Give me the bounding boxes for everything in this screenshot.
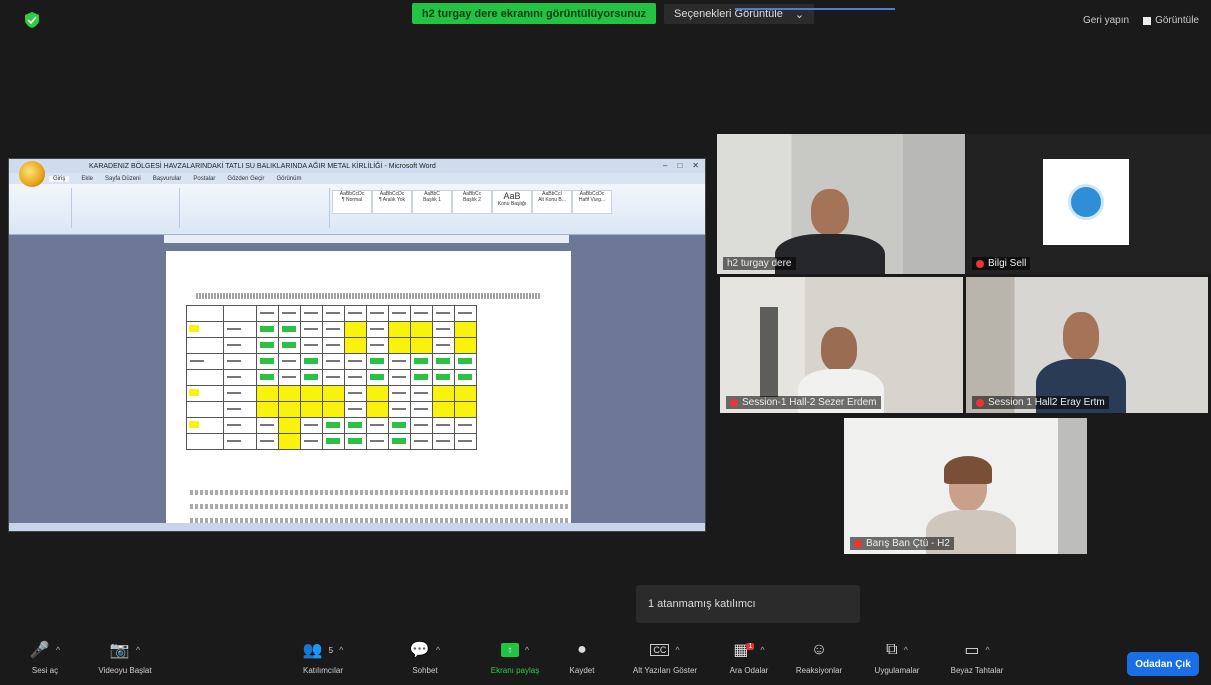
screen-share-banner: h2 turgay dere ekranını görüntülüyorsunu… bbox=[412, 3, 656, 24]
video-tile[interactable]: Barış Ban Çtü - H2 bbox=[844, 418, 1087, 554]
chevron-up-icon[interactable]: ^ bbox=[56, 645, 60, 655]
participant-logo bbox=[1043, 159, 1129, 245]
chevron-up-icon[interactable]: ^ bbox=[675, 645, 679, 655]
chevron-up-icon[interactable]: ^ bbox=[136, 645, 140, 655]
chevron-up-icon[interactable]: ^ bbox=[904, 645, 908, 655]
exit-fullscreen-button[interactable]: Geri yapın bbox=[1083, 15, 1129, 26]
captions-button[interactable]: CC ^ Alt Yazıları Göster bbox=[625, 640, 705, 675]
video-off-icon: 📷 bbox=[109, 642, 130, 659]
record-icon: ● bbox=[577, 641, 587, 658]
breakout-badge: 1 bbox=[746, 642, 755, 650]
chevron-up-icon[interactable]: ^ bbox=[525, 645, 529, 655]
word-status-bar bbox=[9, 523, 705, 531]
top-right-controls: Geri yapın Görüntüle bbox=[1083, 15, 1199, 26]
participants-button[interactable]: 👥 5 ^ Katılımcılar bbox=[283, 640, 363, 675]
mic-muted-icon bbox=[976, 259, 984, 268]
chevron-up-icon[interactable]: ^ bbox=[760, 645, 764, 655]
data-table bbox=[186, 305, 477, 450]
apps-icon: ⧉ bbox=[886, 641, 898, 658]
apps-button[interactable]: ⧉ ^ Uygulamalar bbox=[857, 640, 937, 675]
window-controls: – □ ✕ bbox=[663, 161, 699, 170]
top-bar: h2 turgay dere ekranını görüntülüyorsunu… bbox=[0, 0, 1211, 40]
video-tile[interactable]: Session-1 Hall-2 Sezer Erdem bbox=[720, 277, 963, 413]
reactions-icon: ☺ bbox=[810, 641, 828, 658]
unassigned-participants-tooltip: 1 atanmamış katılımcı bbox=[636, 585, 860, 623]
participant-name: Barış Ban Çtü - H2 bbox=[850, 537, 954, 550]
video-tile[interactable]: Session 1 Hall2 Eray Ertm bbox=[966, 277, 1208, 413]
participant-name: h2 turgay dere bbox=[723, 257, 796, 270]
captions-icon: CC bbox=[650, 644, 670, 656]
mic-muted-icon bbox=[854, 539, 862, 548]
logo-icon bbox=[1068, 184, 1104, 220]
chat-button[interactable]: 💬 ^ Sohbet bbox=[385, 640, 465, 675]
participants-icon: 👥 bbox=[302, 642, 323, 659]
chevron-up-icon[interactable]: ^ bbox=[985, 645, 989, 655]
whiteboards-button[interactable]: ▭ ^ Beyaz Tahtalar bbox=[937, 640, 1017, 675]
share-screen-icon: ↑ bbox=[500, 643, 519, 657]
start-video-button[interactable]: 📷 ^ Videoyu Başlat bbox=[85, 640, 165, 675]
paragraph-line bbox=[190, 504, 570, 509]
table-caption bbox=[196, 293, 541, 299]
video-tile[interactable]: h2 turgay dere bbox=[717, 134, 965, 274]
top-link-underline bbox=[735, 3, 895, 10]
word-ruler bbox=[164, 235, 569, 243]
word-window-title: KARADENIZ BÖLGESİ HAVZALARINDAKİ TATLI S… bbox=[89, 162, 436, 170]
shield-icon[interactable] bbox=[25, 12, 39, 28]
grid-icon bbox=[1143, 16, 1152, 25]
record-button[interactable]: ● Kaydet bbox=[542, 640, 622, 675]
paragraph-line bbox=[190, 490, 570, 495]
video-tile[interactable]: Bilgi Sell bbox=[966, 134, 1211, 274]
breakout-rooms-button[interactable]: ▦ 1 ^ Ara Odalar bbox=[709, 640, 789, 675]
word-ribbon-tabs: Giriş Ekle Sayfa Düzeni Başvurular Posta… bbox=[9, 173, 705, 184]
chevron-up-icon[interactable]: ^ bbox=[339, 645, 343, 655]
participant-name: Session 1 Hall2 Eray Ertm bbox=[972, 396, 1109, 409]
unmute-button[interactable]: 🎤 ^ Sesi aç bbox=[5, 640, 85, 675]
chevron-up-icon[interactable]: ^ bbox=[436, 645, 440, 655]
word-ribbon: AaBbCcDc ¶ Normal AaBbCcDc ¶ Aralık Yok Aa… bbox=[9, 184, 705, 235]
participant-name: Session-1 Hall-2 Sezer Erdem bbox=[726, 396, 881, 409]
whiteboard-icon: ▭ bbox=[964, 642, 980, 659]
mic-muted-icon bbox=[976, 398, 984, 407]
mic-muted-icon bbox=[730, 398, 738, 407]
document-page bbox=[166, 251, 571, 531]
participant-name: Bilgi Sell bbox=[972, 257, 1031, 270]
reactions-button[interactable]: ☺ Reaksiyonlar bbox=[779, 640, 859, 675]
leave-room-button[interactable]: Odadan Çık bbox=[1127, 652, 1199, 676]
chat-icon: 💬 bbox=[409, 642, 430, 659]
shared-screen[interactable]: KARADENIZ BÖLGESİ HAVZALARINDAKİ TATLI S… bbox=[8, 158, 706, 532]
office-button-icon bbox=[19, 161, 45, 187]
word-title-bar: KARADENIZ BÖLGESİ HAVZALARINDAKİ TATLI S… bbox=[9, 159, 705, 173]
meeting-toolbar: 🎤 ^ Sesi aç 📷 ^ Videoyu Başlat 👥 5 ^ Katılım… bbox=[0, 640, 1211, 685]
microphone-muted-icon: 🎤 bbox=[29, 642, 50, 659]
view-button[interactable]: Görüntüle bbox=[1143, 15, 1199, 26]
participants-count: 5 bbox=[328, 645, 334, 655]
